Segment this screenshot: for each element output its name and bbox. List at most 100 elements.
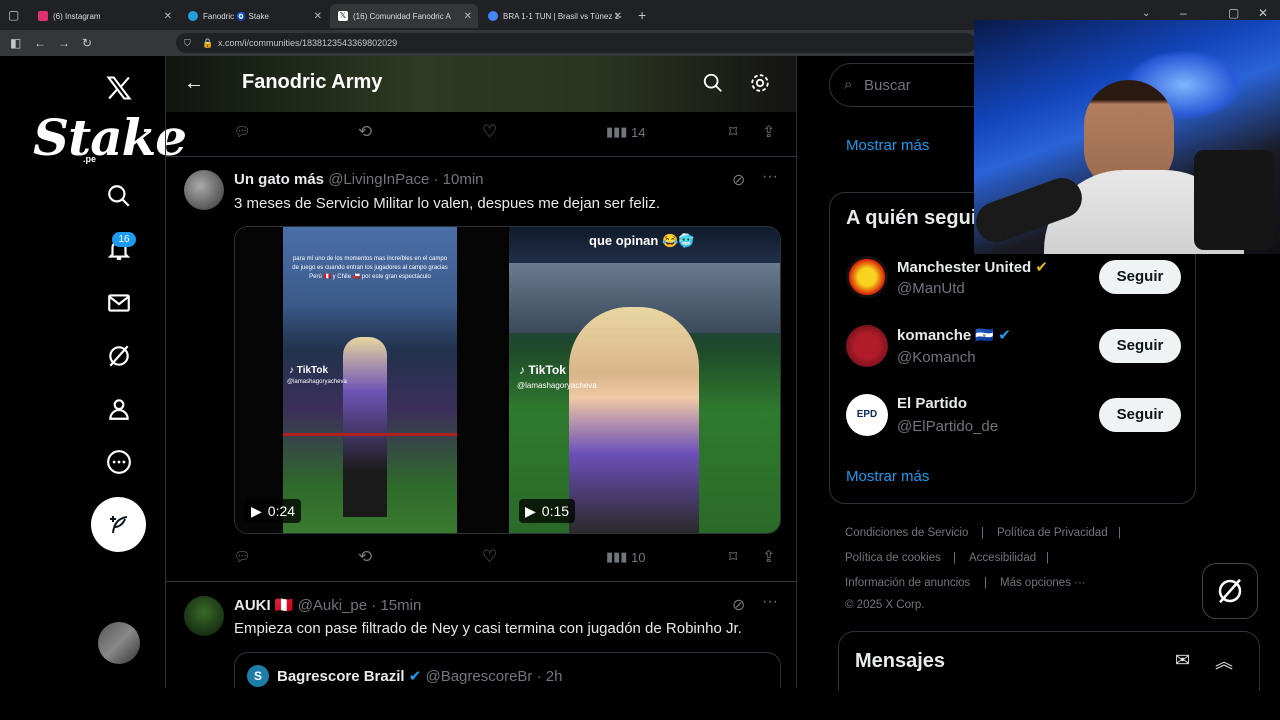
author-name[interactable]: Un gato más <box>234 171 324 188</box>
sidebar-toggle-icon[interactable]: ◧ <box>10 36 21 50</box>
post-text: Empieza con pase filtrado de Ney y casi … <box>234 620 742 637</box>
close-icon[interactable]: ✕ <box>314 11 322 22</box>
divider <box>166 581 796 582</box>
share-icon[interactable]: ⇪ <box>762 122 775 142</box>
play-icon[interactable]: ▶ <box>251 503 262 520</box>
footer-more-options[interactable]: Más opciones ··· <box>1000 577 1086 589</box>
author-handle[interactable]: @LivingInPace <box>328 171 429 188</box>
close-icon[interactable]: ✕ <box>614 11 622 22</box>
site-icon <box>488 11 498 21</box>
follow-button[interactable]: Seguir <box>1099 260 1181 294</box>
footer-separator: | <box>984 577 987 589</box>
reply-icon[interactable]: 💬︎ <box>234 549 251 565</box>
tab-actions-icon[interactable]: ▢ <box>8 8 19 22</box>
search-icon[interactable] <box>702 72 724 99</box>
x-logo-icon[interactable] <box>99 68 139 108</box>
bookmark-icon[interactable]: ⌑ <box>729 547 737 567</box>
show-more-link[interactable]: Mostrar más <box>846 468 929 485</box>
views-icon: ▮▮▮ <box>606 124 632 139</box>
quoted-post[interactable]: S Bagrescore Brazil ✔ @BagrescoreBr · 2h <box>234 652 781 688</box>
footer-privacy-link[interactable]: Política de Privacidad <box>997 527 1108 539</box>
footer-accessibility-link[interactable]: Accesibilidad <box>969 552 1036 564</box>
bookmark-icon[interactable]: ⌑ <box>729 122 737 142</box>
reload-icon[interactable]: ↻ <box>82 36 92 50</box>
person-figure <box>569 307 699 533</box>
account-name[interactable]: Manchester United <box>897 259 1031 276</box>
author-name[interactable]: AUKI 🇵🇪 <box>234 597 294 614</box>
like-icon[interactable]: ♡ <box>482 547 497 567</box>
footer-cookies-link[interactable]: Política de cookies <box>845 552 941 564</box>
post-text: 3 meses de Servicio Militar lo valen, de… <box>234 195 661 212</box>
show-more-link[interactable]: Mostrar más <box>846 137 929 154</box>
messages-envelope-icon[interactable] <box>99 283 139 323</box>
follow-button[interactable]: Seguir <box>1099 329 1181 363</box>
tab-bra-tun[interactable]: BRA 1-1 TUN | Brasil vs Túnez 1- ✕ <box>480 4 628 28</box>
profile-icon[interactable] <box>99 389 139 429</box>
share-icon[interactable]: ⇪ <box>762 547 775 567</box>
search-icon[interactable] <box>99 176 139 216</box>
elpartido-avatar[interactable]: EPD <box>846 394 888 436</box>
grok-analyze-icon[interactable]: ⊘ <box>732 170 745 190</box>
play-icon[interactable]: ▶ <box>525 503 536 520</box>
grok-analyze-icon[interactable]: ⊘ <box>732 595 745 615</box>
author-handle[interactable]: @Auki_pe <box>298 597 367 614</box>
compose-post-button[interactable] <box>91 497 146 552</box>
repost-icon[interactable]: ⟲ <box>358 547 372 567</box>
post-time[interactable]: 15min <box>380 597 421 614</box>
new-tab-button[interactable]: + <box>638 7 646 23</box>
repost-icon[interactable]: ⟲ <box>358 122 372 142</box>
views-stat[interactable]: ▮▮▮ 14 <box>606 124 646 140</box>
more-menu-icon[interactable]: ··· <box>762 593 778 611</box>
stake-logo: Stake <box>33 108 187 167</box>
account-avatar[interactable] <box>98 622 140 664</box>
settings-gear-icon[interactable] <box>749 72 771 99</box>
panel-title: A quién seguir <box>846 207 985 229</box>
back-arrow-icon[interactable]: ← <box>184 72 204 95</box>
grok-button[interactable] <box>1202 563 1258 619</box>
footer-ads-link[interactable]: Información de anuncios <box>845 577 970 589</box>
tab-search-icon[interactable]: ⌄ <box>1142 8 1150 19</box>
komanche-avatar[interactable] <box>846 325 888 367</box>
url-text: x.com/i/communities/1838123543369802029 <box>218 38 398 48</box>
maximize-icon[interactable]: ▢ <box>1228 6 1239 20</box>
tiktok-watermark: ♪ TikTok <box>519 363 566 377</box>
media-grid: para mí uno de los momentos mas increíbl… <box>234 226 781 534</box>
tiktok-watermark: ♪ TikTok <box>289 365 329 376</box>
video-1-frame: para mí uno de los momentos mas increíbl… <box>283 227 457 533</box>
follow-button[interactable]: Seguir <box>1099 398 1181 432</box>
reply-icon[interactable]: 💬︎ <box>234 124 251 140</box>
post-time[interactable]: 10min <box>443 171 484 188</box>
minimize-icon[interactable]: – <box>1180 6 1187 20</box>
tab-x-community[interactable]: 𝕏 (16) Comunidad Fanodric A ✕ <box>330 4 478 28</box>
quoted-time: 2h <box>545 668 563 685</box>
messages-drawer[interactable]: Mensajes ✉ ︽ <box>838 631 1260 691</box>
account-name[interactable]: El Partido <box>897 395 967 412</box>
like-icon[interactable]: ♡ <box>482 122 497 142</box>
lock-icon: 🔒 <box>202 38 214 48</box>
video-2[interactable]: que opinan 😂🥶 ♪ TikTok @lamashagoryachev… <box>509 227 780 533</box>
close-icon[interactable]: ✕ <box>164 11 172 22</box>
account-name[interactable]: komanche 🇸🇻 <box>897 327 994 344</box>
person-figure <box>343 337 387 517</box>
search-placeholder: Buscar <box>864 77 911 94</box>
close-icon[interactable]: ✕ <box>464 11 472 22</box>
forward-icon[interactable]: → <box>58 36 70 50</box>
new-message-icon[interactable]: ✉ <box>1175 650 1190 671</box>
footer-terms-link[interactable]: Condiciones de Servicio <box>845 527 968 539</box>
tab-instagram[interactable]: (6) Instagram ✕ <box>30 4 178 28</box>
instagram-icon <box>38 11 48 21</box>
grok-icon[interactable] <box>99 336 139 376</box>
avatar[interactable] <box>184 170 224 210</box>
tab-fanodric-stake[interactable]: Fanodric 🧿 Stake ✕ <box>180 4 328 28</box>
expand-icon[interactable]: ︽ <box>1215 648 1233 674</box>
footer-separator: | <box>981 527 984 539</box>
more-menu-icon[interactable]: ··· <box>762 168 778 186</box>
video-1[interactable]: para mí uno de los momentos mas increíbl… <box>235 227 507 533</box>
more-options-icon[interactable] <box>99 442 139 482</box>
close-window-icon[interactable]: ✕ <box>1258 6 1268 20</box>
avatar[interactable] <box>184 596 224 636</box>
manutd-avatar[interactable] <box>846 256 888 298</box>
url-field[interactable]: ⛉ 🔒 x.com/i/communities/1838123543369802… <box>176 33 976 53</box>
views-stat[interactable]: ▮▮▮ 10 <box>606 549 646 565</box>
back-icon[interactable]: ← <box>34 36 46 50</box>
